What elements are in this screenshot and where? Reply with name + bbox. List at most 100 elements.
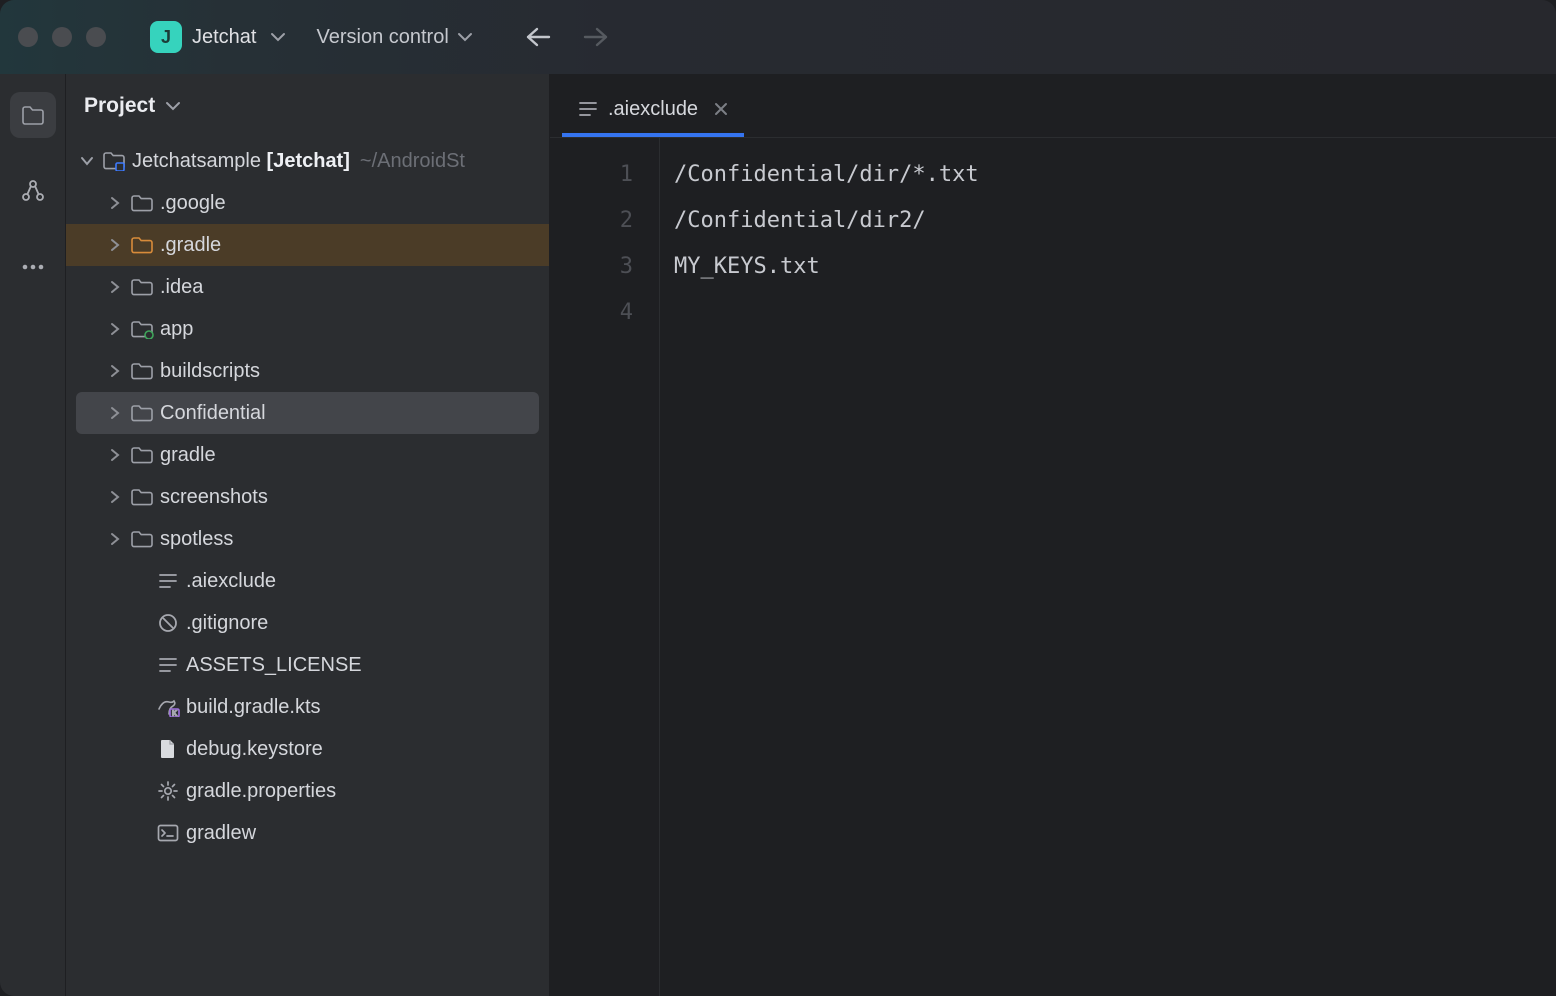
code-content[interactable]: /Confidential/dir/*.txt/Confidential/dir… (660, 138, 1556, 996)
tree-item-gradle[interactable]: gradle (66, 434, 549, 476)
folder-icon (128, 193, 156, 213)
window-controls (18, 27, 106, 47)
editor-tab-aiexclude[interactable]: .aiexclude (562, 85, 744, 137)
project-name-label: Jetchat (192, 26, 256, 49)
version-control-menu[interactable]: Version control (316, 26, 472, 49)
module-icon (128, 319, 156, 339)
tree-item--gradle[interactable]: .gradle (66, 224, 549, 266)
code-line (674, 290, 1556, 336)
folder-icon (128, 361, 156, 381)
tree-item-build-gradle-kts[interactable]: Kbuild.gradle.kts (66, 686, 549, 728)
expand-toggle-icon[interactable] (102, 490, 128, 504)
tab-label: .aiexclude (608, 98, 698, 121)
chevron-down-icon (457, 32, 473, 42)
gear-icon (154, 780, 182, 802)
code-line: /Confidential/dir/*.txt (674, 152, 1556, 198)
code-line: MY_KEYS.txt (674, 244, 1556, 290)
gradle-kts-icon: K (154, 697, 182, 717)
tree-item-label: gradle.properties (186, 780, 336, 803)
chevron-down-icon (270, 32, 286, 42)
structure-tool-button[interactable] (10, 168, 56, 214)
tree-item-label: .gitignore (186, 612, 268, 635)
tree-item-label: screenshots (160, 486, 268, 509)
project-panel-header[interactable]: Project (66, 74, 549, 138)
folder-icon (128, 403, 156, 423)
gitignore-icon (154, 613, 182, 633)
svg-text:K: K (172, 711, 177, 718)
folder-icon (128, 445, 156, 465)
line-number: 3 (550, 244, 633, 290)
nav-back-button[interactable] (523, 22, 553, 52)
project-panel: Project Jetchatsample [Jetchat] ~/Androi… (66, 74, 550, 996)
chevron-down-icon (165, 101, 181, 111)
line-number: 4 (550, 290, 633, 336)
lines-file-icon (154, 572, 182, 590)
project-badge-icon: J (150, 21, 182, 53)
tree-item-confidential[interactable]: Confidential (76, 392, 539, 434)
project-selector[interactable]: J Jetchat (150, 21, 286, 53)
tree-item-label: build.gradle.kts (186, 696, 321, 719)
expand-toggle-icon[interactable] (102, 196, 128, 210)
tree-item-assets-license[interactable]: ASSETS_LICENSE (66, 644, 549, 686)
folder-icon (128, 277, 156, 297)
close-tab-icon[interactable] (714, 102, 728, 116)
version-control-label: Version control (316, 26, 448, 49)
lines-file-icon (154, 656, 182, 674)
expand-toggle-icon[interactable] (102, 364, 128, 378)
tree-item-label: buildscripts (160, 360, 260, 383)
more-tool-button[interactable] (10, 244, 56, 290)
project-tree[interactable]: Jetchatsample [Jetchat] ~/AndroidSt .goo… (66, 138, 549, 996)
tree-item-label: gradlew (186, 822, 256, 845)
expand-toggle-icon[interactable] (102, 322, 128, 336)
minimize-window-icon[interactable] (52, 27, 72, 47)
left-tool-strip (0, 74, 66, 996)
tree-root-path: ~/AndroidSt (360, 150, 465, 173)
expand-toggle-icon[interactable] (102, 406, 128, 420)
tree-item-gradle-properties[interactable]: gradle.properties (66, 770, 549, 812)
tree-item-label: .gradle (160, 234, 221, 257)
tree-item--gitignore[interactable]: .gitignore (66, 602, 549, 644)
tree-item-label: app (160, 318, 193, 341)
editor-area: .aiexclude 1234 /Confidential/dir/*.txt/… (550, 74, 1556, 996)
folder-icon (128, 487, 156, 507)
tree-item-label: gradle (160, 444, 216, 467)
tree-root-row[interactable]: Jetchatsample [Jetchat] ~/AndroidSt (66, 140, 549, 182)
file-lines-icon (578, 100, 598, 118)
tree-item--aiexclude[interactable]: .aiexclude (66, 560, 549, 602)
tree-item-label: debug.keystore (186, 738, 323, 761)
terminal-icon (154, 824, 182, 842)
title-bar: J Jetchat Version control (0, 0, 1556, 74)
tree-item-buildscripts[interactable]: buildscripts (66, 350, 549, 392)
tree-item-label: .aiexclude (186, 570, 276, 593)
project-tool-button[interactable] (10, 92, 56, 138)
tree-item-label: .google (160, 192, 226, 215)
tree-item-debug-keystore[interactable]: debug.keystore (66, 728, 549, 770)
tree-item-label: spotless (160, 528, 233, 551)
code-line: /Confidential/dir2/ (674, 198, 1556, 244)
tree-item--google[interactable]: .google (66, 182, 549, 224)
expand-toggle-icon[interactable] (102, 448, 128, 462)
tree-item-label: Confidential (160, 402, 266, 425)
editor-tab-row: .aiexclude (550, 74, 1556, 138)
tree-item-gradlew[interactable]: gradlew (66, 812, 549, 854)
file-icon (154, 738, 182, 760)
tree-item-label: .idea (160, 276, 203, 299)
tree-item-screenshots[interactable]: screenshots (66, 476, 549, 518)
tree-item-label: ASSETS_LICENSE (186, 654, 362, 677)
project-panel-title: Project (84, 94, 155, 118)
editor-body[interactable]: 1234 /Confidential/dir/*.txt/Confidentia… (550, 138, 1556, 996)
expand-toggle-icon[interactable] (102, 280, 128, 294)
line-number-gutter: 1234 (550, 138, 660, 996)
line-number: 2 (550, 198, 633, 244)
zoom-window-icon[interactable] (86, 27, 106, 47)
expand-toggle-icon[interactable] (74, 156, 100, 166)
close-window-icon[interactable] (18, 27, 38, 47)
expand-toggle-icon[interactable] (102, 238, 128, 252)
tree-item-spotless[interactable]: spotless (66, 518, 549, 560)
line-number: 1 (550, 152, 633, 198)
tree-item--idea[interactable]: .idea (66, 266, 549, 308)
expand-toggle-icon[interactable] (102, 532, 128, 546)
nav-forward-button[interactable] (581, 22, 611, 52)
folder-icon (128, 529, 156, 549)
tree-item-app[interactable]: app (66, 308, 549, 350)
